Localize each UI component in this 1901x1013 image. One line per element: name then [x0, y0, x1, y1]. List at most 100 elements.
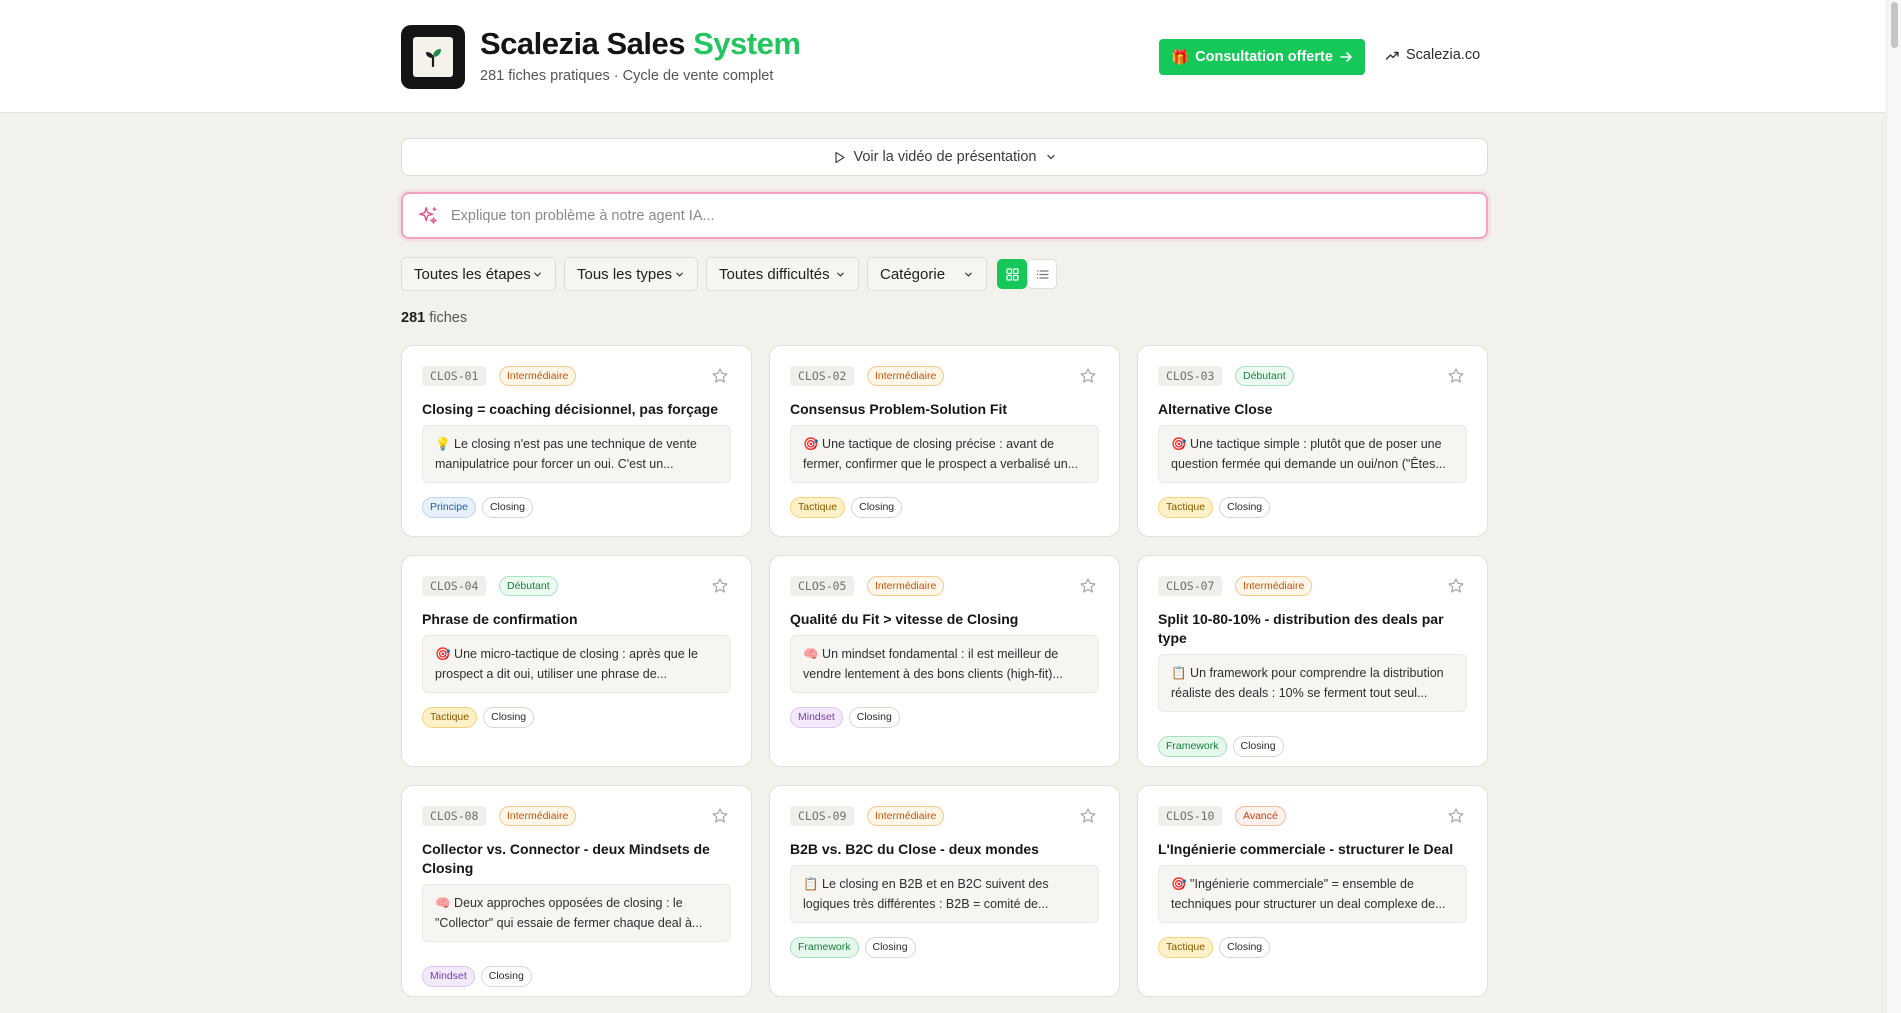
fiche-description: 🎯 "Ingénierie commerciale" = ensemble de… — [1158, 865, 1467, 923]
fiche-description: 📋 Le closing en B2B et en B2C suivent de… — [790, 865, 1099, 923]
fiche-title: Collector vs. Connector - deux Mindsets … — [422, 841, 710, 876]
filter-type[interactable]: Tous les types — [564, 257, 698, 291]
fiche-title: Closing = coaching décisionnel, pas forç… — [422, 401, 719, 417]
filter-stage-label: Toutes les étapes — [414, 265, 531, 283]
star-icon[interactable] — [1079, 367, 1097, 385]
fiche-description: 💡 Le closing n'est pas une technique de … — [422, 425, 731, 483]
category-tag: Closing — [848, 707, 900, 728]
consultation-button[interactable]: 🎁 Consultation offerte — [1159, 39, 1365, 75]
star-icon[interactable] — [1447, 807, 1465, 825]
fiche-card[interactable]: CLOS-09 Intermédiaire B2B vs. B2C du Clo… — [769, 785, 1120, 997]
brand-title-main: Scalezia Sales — [480, 26, 686, 61]
fiche-tags: Tactique Closing — [422, 707, 535, 728]
category-tag: Closing — [483, 707, 535, 728]
difficulty-badge: Débutant — [499, 576, 558, 596]
fiche-title: Split 10-80-10% - distribution des deals… — [1158, 611, 1444, 646]
filter-stage[interactable]: Toutes les étapes — [401, 257, 556, 291]
fiche-code: CLOS-10 — [1158, 806, 1223, 826]
fiche-card[interactable]: CLOS-05 Intermédiaire Qualité du Fit > v… — [769, 555, 1120, 767]
type-tag: Tactique — [422, 707, 478, 728]
fiche-tags: Framework Closing — [790, 937, 916, 958]
top-header: Scalezia Sales System 281 fiches pratiqu… — [0, 0, 1886, 113]
category-tag: Closing — [851, 497, 903, 518]
star-icon[interactable] — [1447, 367, 1465, 385]
fiche-card[interactable]: CLOS-10 Avancé L'Ingénierie commerciale … — [1137, 785, 1488, 997]
chevron-down-icon — [676, 272, 683, 277]
sparkles-icon — [419, 206, 437, 224]
fiche-tags: Tactique Closing — [1158, 937, 1271, 958]
fiche-title: Phrase de confirmation — [422, 611, 578, 627]
category-tag: Closing — [480, 966, 532, 987]
filter-category[interactable]: Catégorie — [867, 257, 987, 291]
fiche-code: CLOS-09 — [790, 806, 855, 826]
fiche-code: CLOS-02 — [790, 366, 855, 386]
fiche-title: B2B vs. B2C du Close - deux mondes — [790, 841, 1039, 857]
category-tag: Closing — [1219, 497, 1271, 518]
sprout-icon — [413, 37, 453, 77]
star-icon[interactable] — [1079, 807, 1097, 825]
scrollbar-thumb[interactable] — [1891, 2, 1898, 48]
fiche-tags: Tactique Closing — [790, 497, 903, 518]
fiche-code: CLOS-03 — [1158, 366, 1223, 386]
fiche-tags: Tactique Closing — [1158, 497, 1271, 518]
results-count-number: 281 — [401, 310, 426, 326]
fiche-card[interactable]: CLOS-08 Intermédiaire Collector vs. Conn… — [401, 785, 752, 997]
fiche-tags: Framework Closing — [1158, 736, 1284, 757]
fiche-tags: Mindset Closing — [422, 966, 532, 987]
fiche-title: Alternative Close — [1158, 401, 1273, 417]
star-icon[interactable] — [1079, 577, 1097, 595]
scrollbar[interactable] — [1886, 0, 1901, 1013]
filter-category-label: Catégorie — [880, 265, 946, 283]
star-icon[interactable] — [711, 577, 729, 595]
list-view-button[interactable] — [1027, 259, 1057, 289]
fiche-description: 🎯 Une tactique de closing précise : avan… — [790, 425, 1099, 483]
ai-search-input[interactable] — [451, 207, 1351, 224]
fiche-title: L'Ingénierie commerciale - structurer le… — [1158, 841, 1454, 857]
difficulty-badge: Intermédiaire — [499, 806, 577, 826]
video-toggle-label: Voir la vidéo de présentation — [853, 149, 1037, 165]
results-count: 281 fiches — [401, 310, 467, 326]
site-link[interactable]: Scalezia.co — [1385, 47, 1480, 63]
fiche-card[interactable]: CLOS-04 Débutant Phrase de confirmation … — [401, 555, 752, 767]
app-logo[interactable] — [401, 25, 465, 89]
fiche-description: 🧠 Un mindset fondamental : il est meille… — [790, 635, 1099, 693]
filter-difficulty-label: Toutes difficultés — [719, 265, 830, 283]
fiche-tags: Principe Closing — [422, 497, 533, 518]
ai-search-box[interactable] — [401, 192, 1488, 239]
fiche-title: Consensus Problem-Solution Fit — [790, 401, 1008, 417]
fiche-tags: Mindset Closing — [790, 707, 900, 728]
video-toggle[interactable]: Voir la vidéo de présentation — [401, 138, 1488, 176]
difficulty-badge: Intermédiaire — [867, 576, 945, 596]
fiche-code: CLOS-01 — [422, 366, 487, 386]
difficulty-badge: Intermédiaire — [499, 366, 577, 386]
grid-view-button[interactable] — [997, 259, 1027, 289]
fiche-card[interactable]: CLOS-02 Intermédiaire Consensus Problem-… — [769, 345, 1120, 537]
gift-icon: 🎁 — [1171, 49, 1190, 66]
fiche-card[interactable]: CLOS-03 Débutant Alternative Close 🎯 Une… — [1137, 345, 1488, 537]
chevron-down-icon — [534, 272, 541, 277]
difficulty-badge: Intermédiaire — [867, 366, 945, 386]
fiche-code: CLOS-04 — [422, 576, 487, 596]
filter-difficulty[interactable]: Toutes difficultés — [706, 257, 859, 291]
grid-icon — [1005, 267, 1019, 281]
type-tag: Mindset — [790, 707, 843, 728]
star-icon[interactable] — [711, 367, 729, 385]
fiche-description: 🧠 Deux approches opposées de closing : l… — [422, 884, 731, 942]
consultation-button-label: Consultation offerte — [1195, 49, 1333, 65]
type-tag: Tactique — [1158, 497, 1214, 518]
category-tag: Closing — [864, 937, 916, 958]
type-tag: Mindset — [422, 966, 475, 987]
fiche-card[interactable]: CLOS-07 Intermédiaire Split 10-80-10% - … — [1137, 555, 1488, 767]
type-tag: Tactique — [790, 497, 846, 518]
difficulty-badge: Débutant — [1235, 366, 1294, 386]
fiche-card[interactable]: CLOS-01 Intermédiaire Closing = coaching… — [401, 345, 752, 537]
brand-title-accent: System — [693, 26, 801, 61]
difficulty-badge: Avancé — [1235, 806, 1286, 826]
difficulty-badge: Intermédiaire — [867, 806, 945, 826]
fiche-description: 🎯 Une tactique simple : plutôt que de po… — [1158, 425, 1467, 483]
results-count-label: fiches — [429, 310, 468, 326]
star-icon[interactable] — [711, 807, 729, 825]
category-tag: Closing — [481, 497, 533, 518]
fiche-code: CLOS-05 — [790, 576, 855, 596]
star-icon[interactable] — [1447, 577, 1465, 595]
